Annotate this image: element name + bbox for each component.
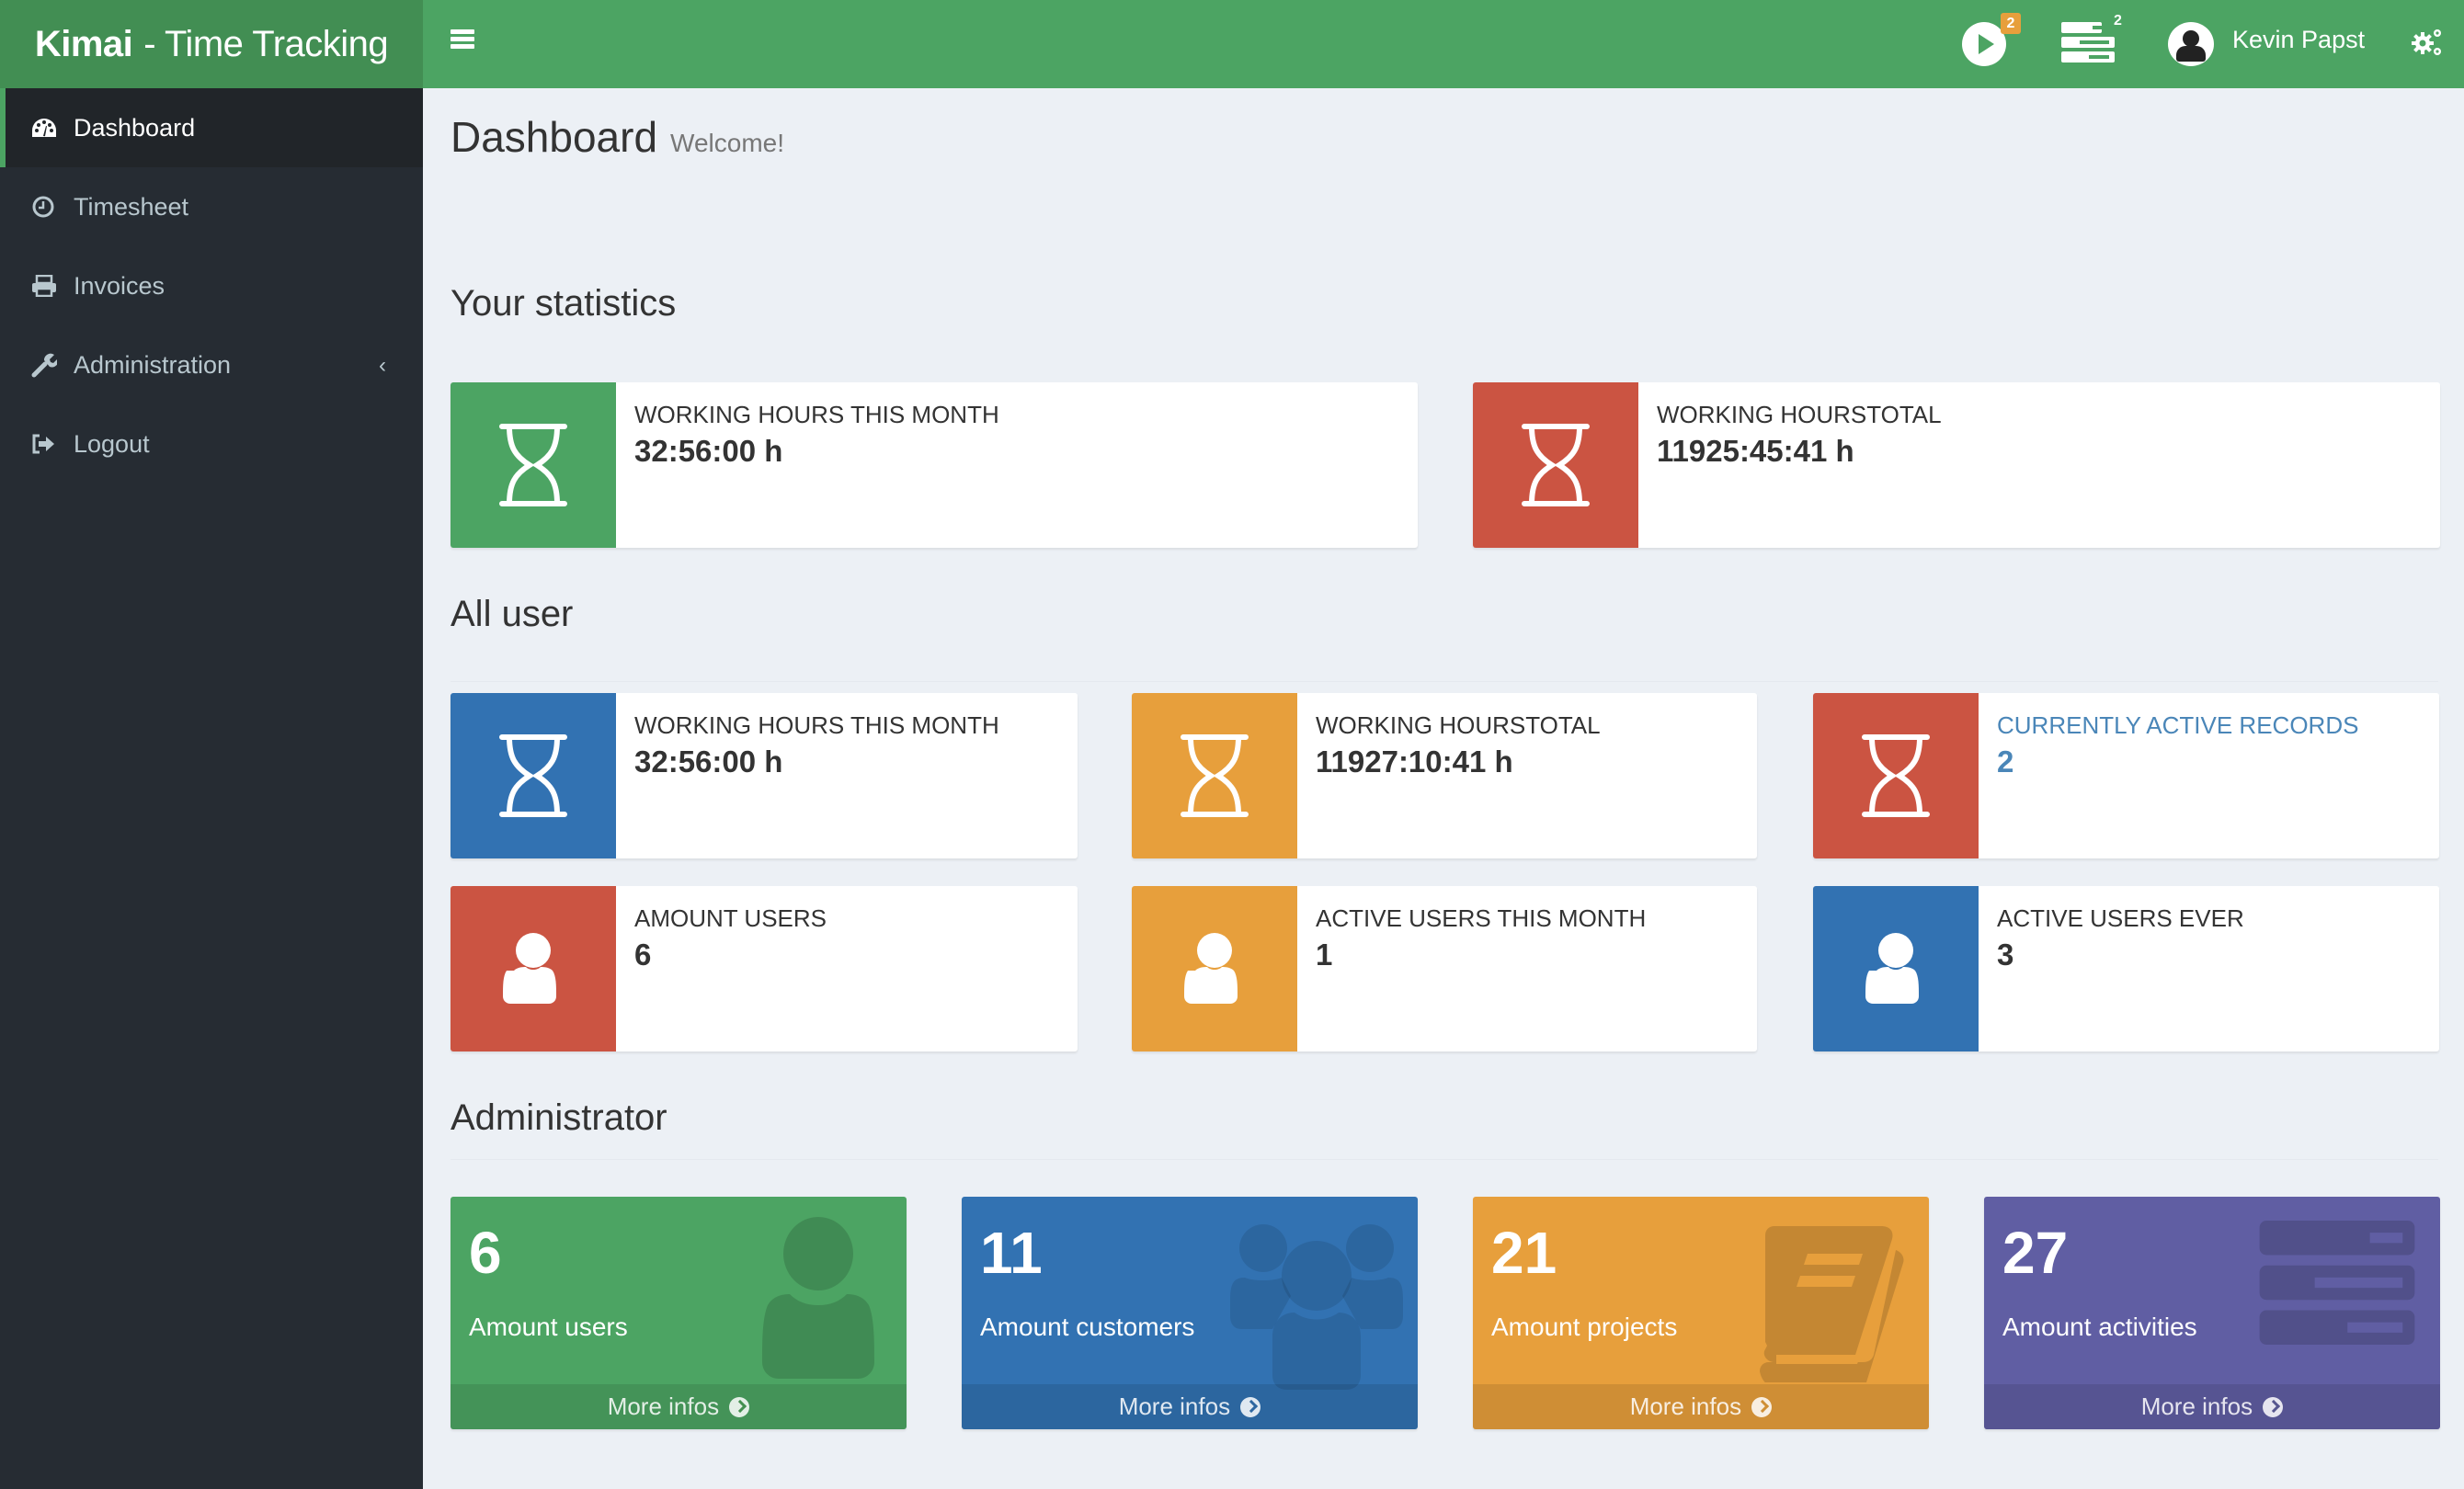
hourglass-icon	[451, 693, 616, 858]
user-icon	[762, 1217, 874, 1379]
user-icon	[2183, 30, 2199, 47]
settings-gears-icon[interactable]	[2411, 26, 2444, 59]
user-icon	[1813, 886, 1979, 1051]
hourglass-icon	[1813, 693, 1979, 858]
user-icon	[451, 886, 616, 1051]
app-logo[interactable]: Kimai - Time Tracking	[0, 0, 423, 88]
info-box-label: AMOUNT USERS	[634, 904, 827, 932]
tasks-count-badge: 2	[2114, 13, 2122, 28]
sidebar: Dashboard Timesheet Invoices Administrat…	[0, 88, 423, 1489]
info-box-label: WORKING HOURS THIS MONTH	[634, 401, 999, 428]
clock-icon	[31, 195, 74, 219]
more-infos-link[interactable]: More infos	[962, 1384, 1418, 1429]
sign-out-icon	[31, 433, 74, 455]
small-box-text: Amount users	[469, 1313, 628, 1341]
small-box-projects: 21 Amount projects More infos	[1473, 1197, 1929, 1429]
page-title: Dashboard Welcome!	[451, 113, 785, 161]
hourglass-icon	[451, 382, 616, 548]
small-box-number: 27	[2002, 1220, 2069, 1286]
small-box-text: Amount activities	[2002, 1313, 2197, 1341]
arrow-circle-right-icon	[2263, 1397, 2284, 1417]
sidebar-item-label: Logout	[74, 429, 150, 458]
active-records-badge: 2	[2001, 13, 2021, 34]
wrench-icon	[31, 352, 74, 378]
arrow-circle-right-icon	[729, 1397, 750, 1417]
info-box-active-users-month: ACTIVE USERS THIS MONTH 1	[1132, 886, 1757, 1051]
users-icon	[1230, 1224, 1403, 1390]
small-box-text: Amount customers	[980, 1313, 1195, 1341]
brand-name: Kimai	[34, 23, 133, 64]
section-divider	[451, 1159, 2438, 1160]
hourglass-icon	[1132, 693, 1297, 858]
arrow-circle-right-icon	[1240, 1397, 1261, 1417]
info-box-active-records[interactable]: CURRENTLY ACTIVE RECORDS 2	[1813, 693, 2439, 858]
info-box-value: 32:56:00 h	[634, 744, 783, 779]
hourglass-icon	[1473, 382, 1638, 548]
active-records-link[interactable]: CURRENTLY ACTIVE RECORDS	[1997, 711, 2358, 740]
more-infos-link[interactable]: More infos	[1984, 1384, 2440, 1429]
info-box-value: 6	[634, 938, 652, 972]
sidebar-item-dashboard[interactable]: Dashboard	[0, 88, 423, 167]
active-records-play-icon[interactable]	[1962, 22, 2006, 66]
info-box-all-hours-total: WORKING HOURSTOTAL 11927:10:41 h	[1132, 693, 1757, 858]
sidebar-item-logout[interactable]: Logout	[0, 404, 423, 483]
sidebar-item-invoices[interactable]: Invoices	[0, 246, 423, 325]
main-content: Dashboard Welcome! Your statistics WORKIN…	[423, 88, 2464, 1489]
sidebar-item-label: Timesheet	[74, 192, 189, 221]
small-box-number: 6	[469, 1220, 502, 1286]
small-box-customers: 11 Amount customers More infos	[962, 1197, 1418, 1429]
section-title-your-statistics: Your statistics	[451, 283, 677, 324]
user-icon	[1132, 886, 1297, 1051]
chevron-left-icon: ‹	[379, 353, 386, 378]
arrow-circle-right-icon	[1751, 1397, 1773, 1417]
top-navbar: 2 2 Kevin Papst	[423, 0, 2464, 88]
sidebar-item-label: Dashboard	[74, 113, 196, 142]
page-subtitle: Welcome!	[670, 129, 785, 157]
user-menu-name[interactable]: Kevin Papst	[2232, 26, 2365, 54]
book-icon	[1760, 1226, 1904, 1382]
printer-icon	[31, 275, 74, 297]
info-box-value: 1	[1316, 938, 1333, 972]
small-box-number: 21	[1491, 1220, 1557, 1286]
sidebar-item-label: Invoices	[74, 271, 165, 300]
tasks-icon	[2259, 1221, 2415, 1345]
section-title-administrator: Administrator	[451, 1097, 667, 1138]
small-box-users: 6 Amount users More infos	[451, 1197, 907, 1429]
info-box-all-hours-month: WORKING HOURS THIS MONTH 32:56:00 h	[451, 693, 1078, 858]
info-box-label: WORKING HOURSTOTAL	[1657, 401, 1942, 428]
sidebar-toggle-button[interactable]	[451, 29, 474, 50]
section-divider	[451, 681, 2438, 682]
sidebar-item-administration[interactable]: Administration ‹	[0, 325, 423, 404]
more-infos-link[interactable]: More infos	[451, 1384, 907, 1429]
info-box-label: ACTIVE USERS THIS MONTH	[1316, 904, 1647, 932]
info-box-active-users-ever: ACTIVE USERS EVER 3	[1813, 886, 2439, 1051]
info-box-label: WORKING HOURS THIS MONTH	[634, 711, 999, 739]
info-box-label: ACTIVE USERS EVER	[1997, 904, 2244, 932]
small-box-activities: 27 Amount activities More infos	[1984, 1197, 2440, 1429]
user-avatar[interactable]	[2168, 22, 2214, 66]
active-records-value[interactable]: 2	[1997, 744, 2013, 779]
info-box-label: WORKING HOURSTOTAL	[1316, 711, 1601, 739]
info-box-value: 11927:10:41 h	[1316, 744, 1513, 779]
dashboard-icon	[31, 118, 74, 138]
info-box-my-hours-month: WORKING HOURS THIS MONTH 32:56:00 h	[451, 382, 1418, 548]
section-title-all-user: All user	[451, 594, 574, 634]
info-box-my-hours-total: WORKING HOURSTOTAL 11925:45:41 h	[1473, 382, 2440, 548]
brand-subtitle: - Time Tracking	[143, 23, 389, 64]
info-box-amount-users: AMOUNT USERS 6	[451, 886, 1078, 1051]
hamburger-icon	[451, 29, 474, 34]
info-box-value: 32:56:00 h	[634, 434, 783, 468]
more-infos-link[interactable]: More infos	[1473, 1384, 1929, 1429]
sidebar-item-label: Administration	[74, 350, 232, 379]
small-box-number: 11	[980, 1220, 1043, 1286]
info-box-value: 3	[1997, 938, 2014, 972]
sidebar-item-timesheet[interactable]: Timesheet	[0, 167, 423, 246]
small-box-text: Amount projects	[1491, 1313, 1678, 1341]
tasks-list-icon[interactable]	[2061, 22, 2115, 63]
info-box-value: 11925:45:41 h	[1657, 434, 1854, 468]
